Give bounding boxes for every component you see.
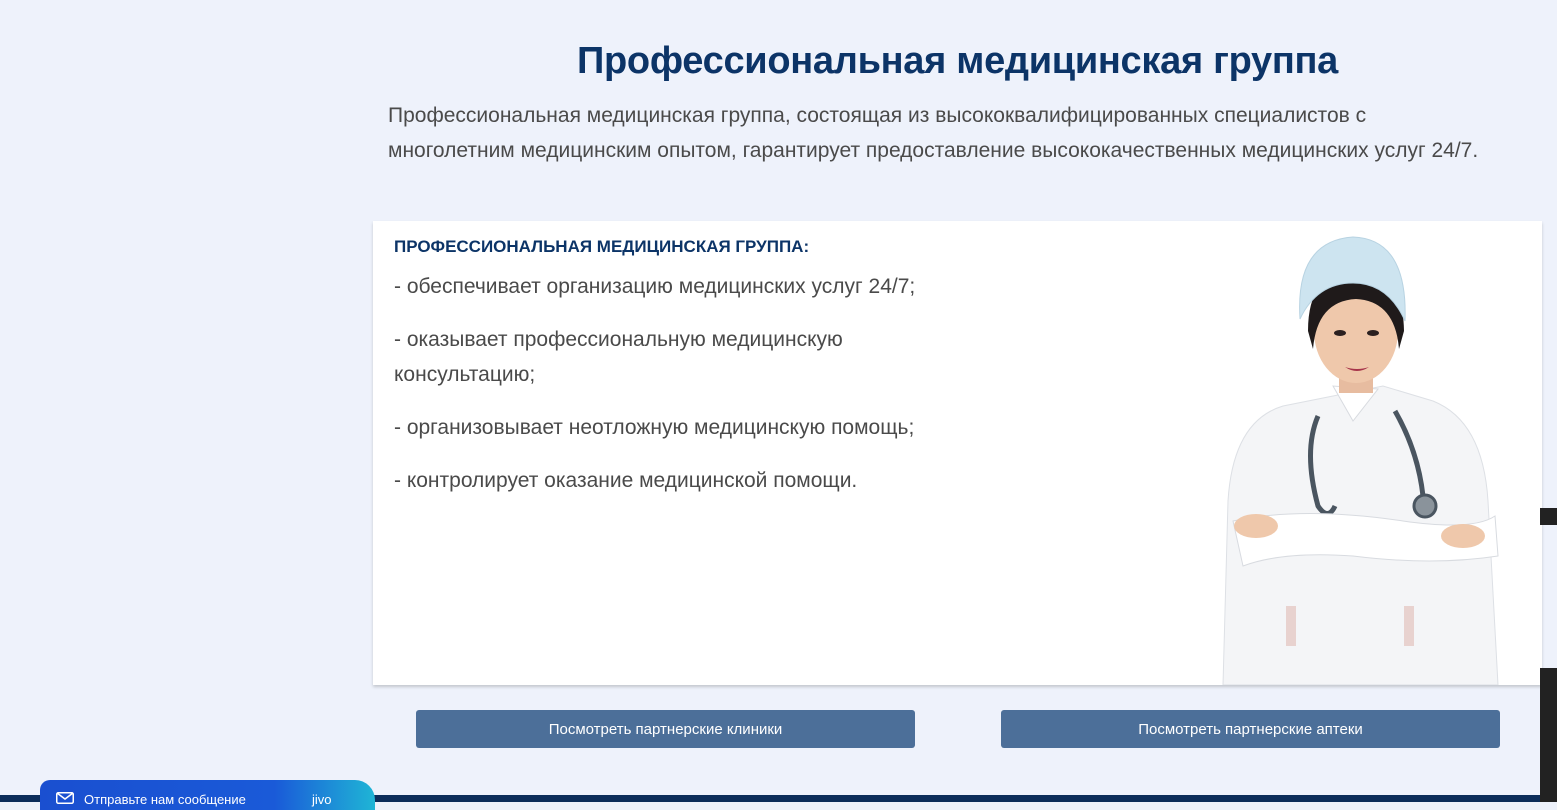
scrollbar-track[interactable] <box>1540 668 1557 802</box>
scrollbar-thumb[interactable] <box>1540 508 1557 525</box>
doctor-photo <box>1222 236 1499 685</box>
duty-item: - организовывает неотложную медицинскую … <box>394 416 915 439</box>
partner-pharmacies-button[interactable]: Посмотреть партнерские аптеки <box>1001 710 1500 748</box>
duty-item: - обеспечивает организацию медицинских у… <box>394 275 916 298</box>
duties-list: - обеспечивает организацию медицинских у… <box>394 269 934 516</box>
mail-icon <box>56 792 74 804</box>
chat-widget-label: Отправьте нам сообщение <box>84 792 246 807</box>
page-title: Профессиональная медицинская группа <box>577 40 1338 82</box>
section-intro: Профессиональная медицинская группа, сос… <box>388 104 1479 162</box>
partner-clinics-button[interactable]: Посмотреть партнерские клиники <box>416 710 915 748</box>
duty-item: - контролирует оказание медицинской помо… <box>394 469 858 492</box>
chat-widget[interactable]: Отправьте нам сообщение jivo <box>40 780 375 810</box>
info-card: ПРОФЕССИОНАЛЬНАЯ МЕДИЦИНСКАЯ ГРУППА: - о… <box>373 221 1542 685</box>
card-heading: ПРОФЕССИОНАЛЬНАЯ МЕДИЦИНСКАЯ ГРУППА: <box>394 237 810 256</box>
chat-widget-brand: jivo <box>312 792 332 807</box>
duty-item: - оказывает профессиональную медицинскую… <box>394 328 843 386</box>
